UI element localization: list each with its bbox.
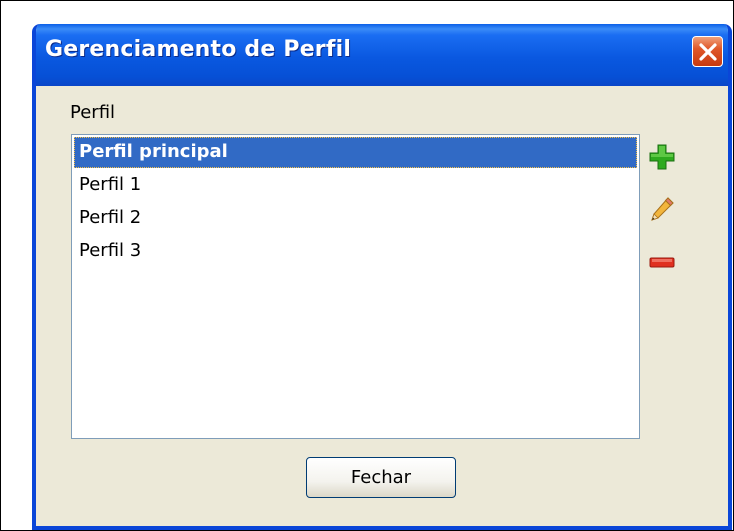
profile-list-item-3[interactable]: Perfil 3 xyxy=(74,236,637,267)
profile-manager-dialog: Gerenciamento de Perfil Perfil Perfil pr… xyxy=(32,24,732,530)
remove-profile-button[interactable] xyxy=(649,250,675,276)
profile-list-item-2[interactable]: Perfil 2 xyxy=(74,203,637,234)
profile-list[interactable]: Perfil principal Perfil 1 Perfil 2 Perfi… xyxy=(71,134,640,439)
screenshot-frame: Gerenciamento de Perfil Perfil Perfil pr… xyxy=(0,0,734,531)
profile-list-item-1[interactable]: Perfil 1 xyxy=(74,170,637,201)
add-profile-button[interactable] xyxy=(649,144,675,170)
title-bar[interactable]: Gerenciamento de Perfil xyxy=(36,24,728,86)
profile-list-item-main[interactable]: Perfil principal xyxy=(74,137,637,168)
profile-list-label: Perfil xyxy=(70,102,116,123)
close-button[interactable]: Fechar xyxy=(306,457,456,498)
edit-profile-button[interactable] xyxy=(649,196,675,222)
close-window-button[interactable] xyxy=(692,36,723,67)
close-icon xyxy=(699,43,717,61)
pencil-icon xyxy=(651,197,674,221)
window-title: Gerenciamento de Perfil xyxy=(45,37,352,62)
minus-icon xyxy=(649,257,675,268)
plus-icon xyxy=(649,144,675,170)
